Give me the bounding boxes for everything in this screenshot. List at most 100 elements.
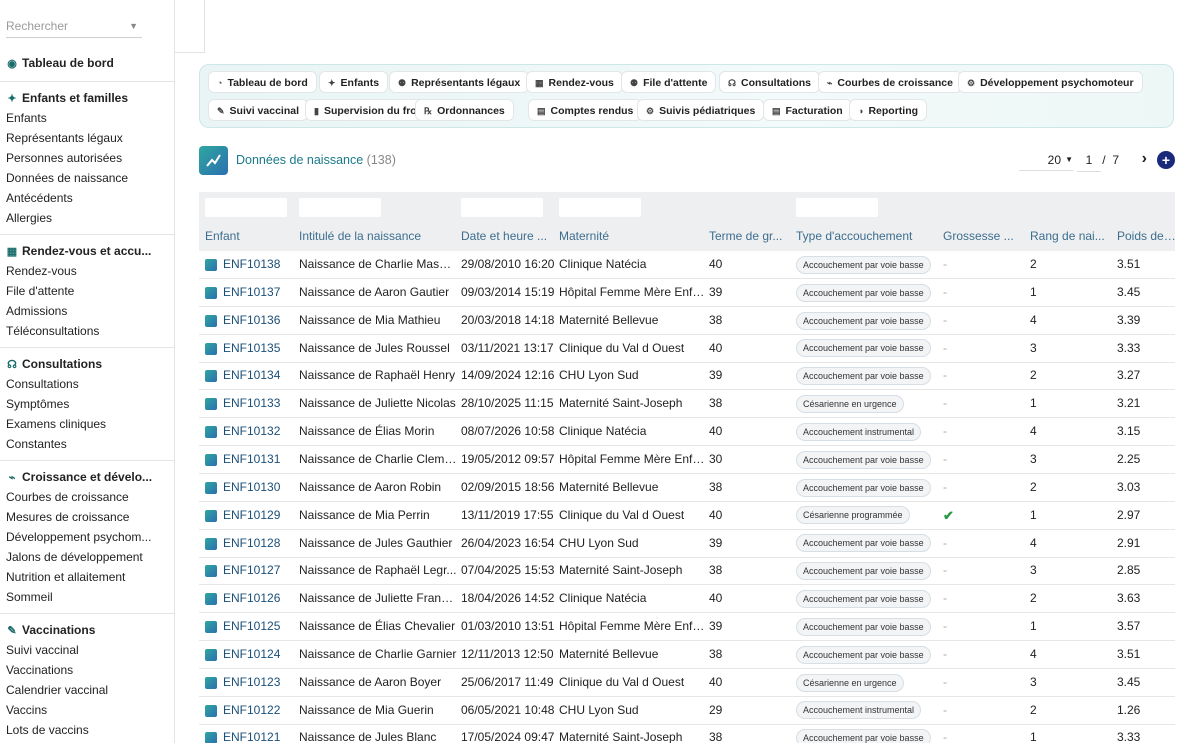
sidebar-item[interactable]: Représentants légaux: [6, 128, 168, 148]
module-button[interactable]: ✦ Enfants: [319, 71, 389, 93]
column-header[interactable]: Poids de na: [1117, 229, 1175, 243]
table-row[interactable]: ENF10138 Naissance de Charlie Masson 29/08…: [199, 251, 1175, 279]
table-row[interactable]: ENF10137 Naissance de Aaron Gautier 09/03/…: [199, 279, 1175, 307]
table-row[interactable]: ENF10121 Naissance de Jules Blanc 17/05/20…: [199, 724, 1175, 743]
sidebar-item[interactable]: Examens cliniques: [6, 414, 168, 434]
table-row[interactable]: ENF10123 Naissance de Aaron Boyer 25/06/20…: [199, 669, 1175, 697]
record-icon[interactable]: [205, 509, 217, 522]
sidebar-item[interactable]: Données de naissance: [6, 168, 168, 188]
table-row[interactable]: ENF10135 Naissance de Jules Roussel 03/11/…: [199, 335, 1175, 363]
add-record-button[interactable]: +: [1157, 151, 1175, 169]
sidebar-item[interactable]: Jalons de développement: [6, 547, 168, 567]
next-page-icon[interactable]: ›: [1142, 149, 1147, 169]
record-icon[interactable]: [205, 370, 217, 383]
child-id-link[interactable]: ENF10124: [223, 641, 311, 668]
column-header[interactable]: Intitulé de la naissance: [299, 229, 457, 243]
column-filter-input[interactable]: [461, 198, 543, 217]
module-button[interactable]: ⚉ Représentants légaux: [389, 71, 530, 93]
record-icon[interactable]: [205, 342, 217, 355]
child-id-link[interactable]: ENF10127: [223, 557, 311, 584]
record-icon[interactable]: [205, 704, 217, 717]
module-button[interactable]: ◔ Tableau de bord: [208, 71, 317, 93]
table-row[interactable]: ENF10126 Naissance de Juliette Franc... 18…: [199, 585, 1175, 614]
child-id-link[interactable]: ENF10132: [223, 418, 311, 445]
record-icon[interactable]: [205, 732, 217, 743]
table-row[interactable]: ENF10125 Naissance de Élias Chevalier 01/0…: [199, 613, 1175, 642]
sidebar-item[interactable]: Consultations: [6, 374, 168, 394]
sidebar-item-dashboard[interactable]: ◉ Tableau de bord: [6, 53, 168, 73]
module-button[interactable]: ⚙ Développement psychomoteur: [958, 71, 1143, 93]
module-button[interactable]: ☊ Consultations: [719, 71, 820, 93]
record-icon[interactable]: [205, 481, 217, 494]
table-row[interactable]: ENF10136 Naissance de Mia Mathieu 20/03/20…: [199, 307, 1175, 335]
sidebar-item[interactable]: Sommeil: [6, 587, 168, 607]
sidebar-item[interactable]: Suivi vaccinal: [6, 640, 168, 660]
sidebar-item[interactable]: Nutrition et allaitement: [6, 567, 168, 587]
page-number-input[interactable]: 1: [1077, 149, 1101, 172]
sidebar-item[interactable]: Courbes de croissance: [6, 487, 168, 507]
module-button[interactable]: ▤ Comptes rendus: [528, 99, 643, 121]
column-header[interactable]: Enfant: [205, 229, 293, 243]
child-id-link[interactable]: ENF10129: [223, 502, 311, 529]
column-filter-input[interactable]: [205, 198, 287, 217]
record-icon[interactable]: [205, 676, 217, 689]
column-header[interactable]: Rang de nai...: [1030, 229, 1112, 243]
sidebar-item[interactable]: Rendez-vous: [6, 261, 168, 281]
child-id-link[interactable]: ENF10123: [223, 669, 311, 696]
child-id-link[interactable]: ENF10125: [223, 613, 311, 640]
child-id-link[interactable]: ENF10126: [223, 585, 311, 612]
column-header[interactable]: Terme de gr...: [709, 229, 793, 243]
module-button[interactable]: ℞ Ordonnances: [415, 99, 514, 121]
record-icon[interactable]: [205, 453, 217, 466]
record-icon[interactable]: [205, 426, 217, 439]
record-icon[interactable]: [205, 398, 217, 411]
sidebar-item[interactable]: Enfants: [6, 108, 168, 128]
page-size-select[interactable]: 20 ▼: [1019, 149, 1073, 171]
record-icon[interactable]: [205, 593, 217, 606]
search-input[interactable]: Rechercher ▼: [6, 16, 142, 38]
column-filter-input[interactable]: [299, 198, 381, 217]
child-id-link[interactable]: ENF10130: [223, 474, 311, 501]
child-id-link[interactable]: ENF10136: [223, 307, 311, 334]
column-header[interactable]: Maternité: [559, 229, 705, 243]
sidebar-item[interactable]: Antécédents: [6, 188, 168, 208]
sidebar-item[interactable]: File d'attente: [6, 281, 168, 301]
child-id-link[interactable]: ENF10133: [223, 390, 311, 417]
sidebar-section-title[interactable]: ✎ Vaccinations: [6, 620, 168, 640]
module-button[interactable]: ◑ Reporting: [849, 99, 928, 121]
sidebar-item[interactable]: Vaccinations: [6, 660, 168, 680]
child-id-link[interactable]: ENF10137: [223, 279, 311, 306]
module-button[interactable]: ⚙ Suivis pédiatriques: [637, 99, 765, 121]
table-row[interactable]: ENF10127 Naissance de Raphaël Legr... 07/0…: [199, 557, 1175, 586]
column-filter-input[interactable]: [796, 198, 878, 217]
sidebar-item[interactable]: Admissions: [6, 301, 168, 321]
sidebar-item[interactable]: Symptômes: [6, 394, 168, 414]
sidebar-section-title[interactable]: ▦ Rendez-vous et accu...: [6, 241, 168, 261]
record-icon[interactable]: [205, 565, 217, 578]
record-icon[interactable]: [205, 286, 217, 299]
module-button[interactable]: ✎ Suivi vaccinal: [208, 99, 309, 121]
column-filter-input[interactable]: [559, 198, 641, 217]
record-icon[interactable]: [205, 314, 217, 327]
sidebar-section-title[interactable]: ⌁ Croissance et dévelo...: [6, 467, 168, 487]
child-id-link[interactable]: ENF10134: [223, 362, 311, 389]
child-id-link[interactable]: ENF10128: [223, 530, 311, 557]
sidebar-section-title[interactable]: ✦ Enfants et familles: [6, 88, 168, 108]
sidebar-item[interactable]: Personnes autorisées: [6, 148, 168, 168]
record-icon[interactable]: [205, 621, 217, 634]
sidebar-item[interactable]: Constantes: [6, 434, 168, 454]
table-row[interactable]: ENF10124 Naissance de Charlie Garnier 12/1…: [199, 641, 1175, 669]
record-icon[interactable]: [205, 537, 217, 550]
record-icon[interactable]: [205, 648, 217, 661]
module-button[interactable]: ⚉ File d'attente: [621, 71, 717, 93]
table-row[interactable]: ENF10134 Naissance de Raphaël Henry 14/09/…: [199, 362, 1175, 391]
child-id-link[interactable]: ENF10135: [223, 335, 311, 362]
child-id-link[interactable]: ENF10138: [223, 251, 311, 278]
table-row[interactable]: ENF10128 Naissance de Jules Gauthier 26/04…: [199, 530, 1175, 558]
sidebar-item[interactable]: Mesures de croissance: [6, 507, 168, 527]
column-header[interactable]: Type d'accouchement: [796, 229, 938, 243]
table-row[interactable]: ENF10133 Naissance de Juliette Nicolas 28/…: [199, 390, 1175, 419]
table-row[interactable]: ENF10129 Naissance de Mia Perrin 13/11/201…: [199, 502, 1175, 530]
table-row[interactable]: ENF10130 Naissance de Aaron Robin 02/09/20…: [199, 474, 1175, 502]
module-button[interactable]: ▤ Facturation: [763, 99, 852, 121]
